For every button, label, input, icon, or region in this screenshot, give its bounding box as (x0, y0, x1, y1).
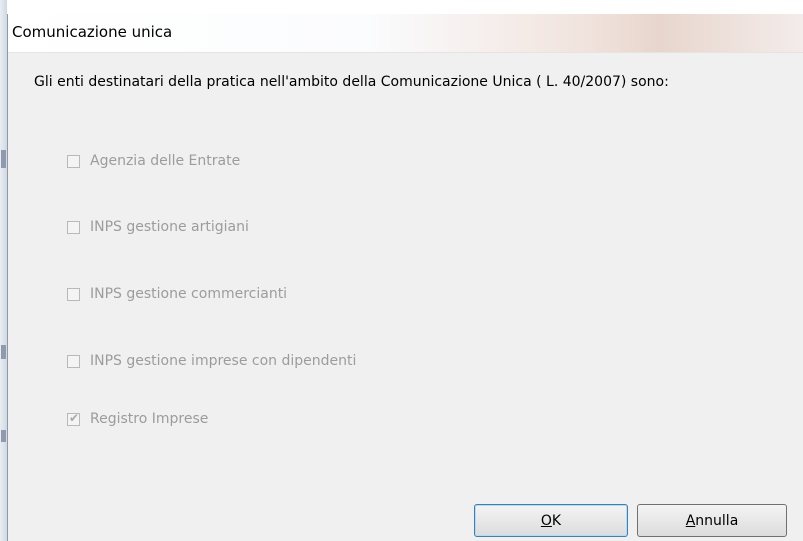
background-window-mark (1, 345, 6, 359)
background-window-strip (0, 0, 7, 541)
checkbox-inps-imprese-dipendenti[interactable]: INPS gestione imprese con dipendenti (67, 351, 356, 371)
background-window-mark (1, 150, 6, 168)
checkmark-icon: ✔ (69, 410, 80, 425)
checkbox-label: INPS gestione artigiani (90, 219, 249, 235)
checkbox-box[interactable] (67, 220, 80, 234)
checkbox-label: Agenzia delle Entrate (90, 153, 241, 169)
checkbox-registro-imprese[interactable]: ✔ Registro Imprese (67, 409, 208, 429)
checkbox-label: INPS gestione imprese con dipendenti (90, 353, 357, 369)
ok-button-accelerator: O (540, 512, 552, 529)
ok-button[interactable]: OK (474, 504, 628, 537)
annulla-button[interactable]: Annulla (637, 504, 787, 537)
dialog-description: Gli enti destinatari della pratica nell'… (34, 74, 669, 90)
checkbox-inps-artigiani[interactable]: INPS gestione artigiani (67, 217, 249, 237)
checkbox-label: Registro Imprese (90, 411, 209, 427)
annulla-button-label: nnulla (695, 512, 739, 529)
checkbox-box[interactable] (67, 354, 80, 368)
comunicazione-unica-dialog: Comunicazione unica Gli enti destinatari… (7, 14, 803, 541)
checkbox-box[interactable]: ✔ (67, 410, 80, 426)
background-window-mark (1, 430, 6, 442)
dialog-title: Comunicazione unica (12, 23, 173, 41)
checkbox-box[interactable] (67, 287, 80, 301)
checkbox-agenzia-entrate[interactable]: Agenzia delle Entrate (67, 151, 240, 171)
checkbox-inps-commercianti[interactable]: INPS gestione commercianti (67, 284, 287, 304)
checkbox-label: INPS gestione commercianti (90, 286, 288, 302)
annulla-button-accelerator: A (685, 512, 696, 529)
ok-button-label: K (551, 512, 562, 529)
checkbox-box[interactable] (67, 154, 80, 168)
dialog-titlebar[interactable]: Comunicazione unica (8, 14, 803, 53)
